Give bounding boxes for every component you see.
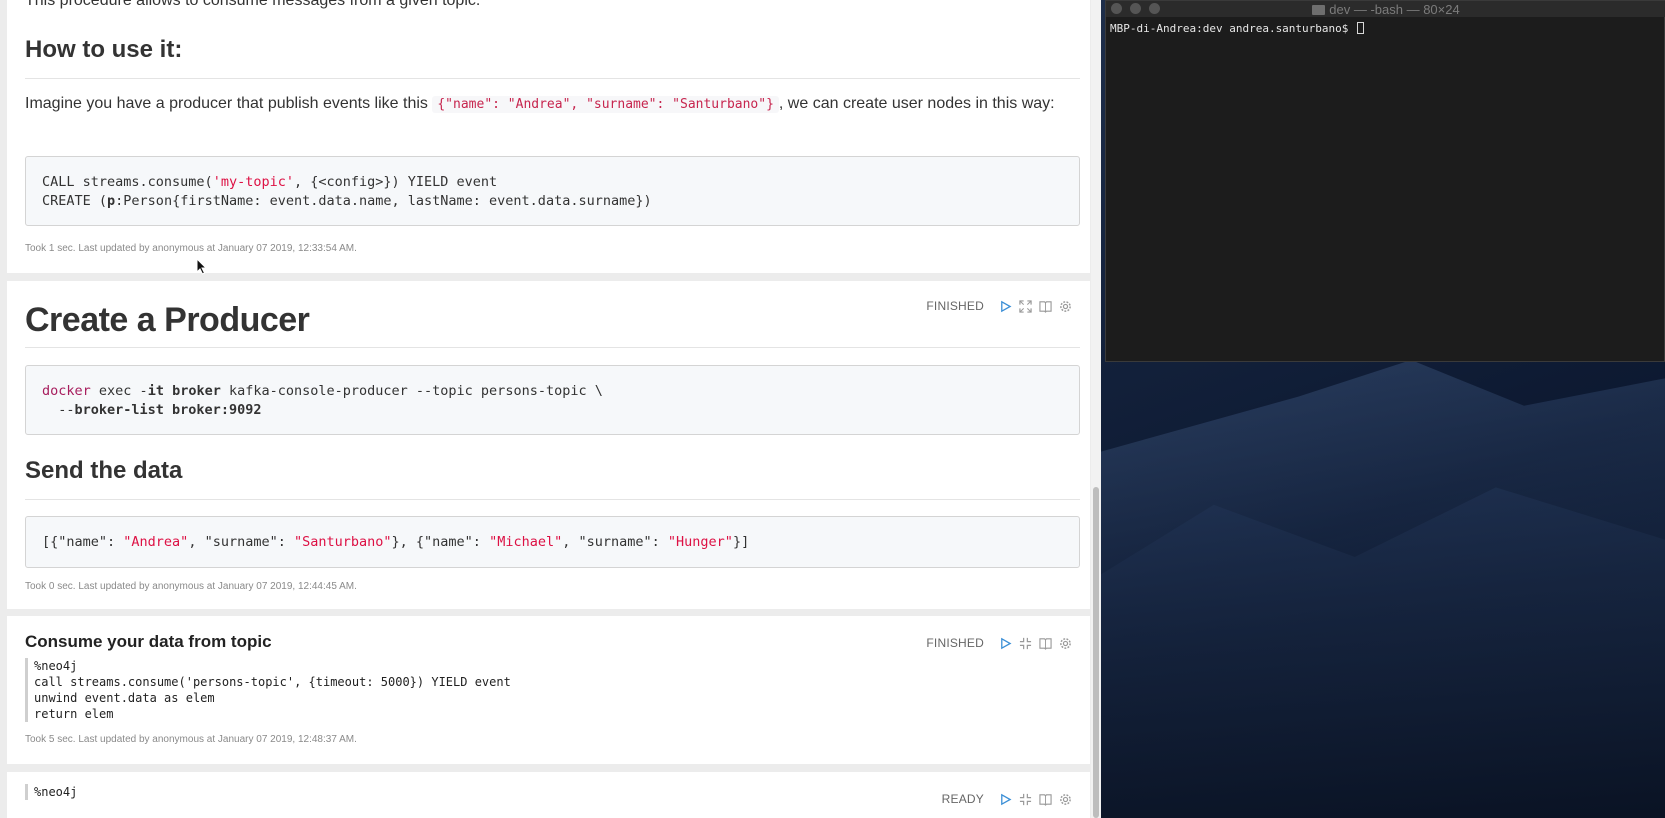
- paragraph-consume-data: Consume your data from topic FINISHED %n…: [7, 616, 1090, 764]
- heading-divider: [25, 78, 1080, 79]
- gear-icon[interactable]: [1058, 636, 1072, 650]
- terminal-window[interactable]: dev — -bash — 80×24 MBP-di-Andrea:dev an…: [1105, 0, 1665, 362]
- book-icon[interactable]: [1038, 792, 1052, 806]
- query-editor[interactable]: %neo4j call streams.consume('persons-top…: [25, 658, 511, 722]
- query-line: %neo4j: [34, 785, 78, 799]
- query-line: return elem: [34, 707, 114, 721]
- status-badge: FINISHED: [926, 299, 984, 313]
- consume-data-heading: Consume your data from topic: [25, 632, 272, 651]
- inline-code-event: {"name": "Andrea", "surname": "Santurban…: [432, 96, 779, 113]
- terminal-titlebar[interactable]: dev — -bash — 80×24: [1106, 1, 1665, 17]
- paragraph-streams-consume: This procedure allows to consume message…: [7, 0, 1090, 273]
- terminal-cursor: [1357, 22, 1365, 34]
- query-line: unwind event.data as elem: [34, 691, 215, 705]
- run-icon[interactable]: [998, 792, 1012, 806]
- notebook-scrollbar[interactable]: [1091, 0, 1101, 818]
- expand-icon[interactable]: [1018, 299, 1032, 313]
- terminal-title: dev — -bash — 80×24: [1106, 2, 1665, 17]
- usage-text-before: Imagine you have a producer that publish…: [25, 95, 433, 112]
- status-badge: READY: [941, 792, 984, 806]
- paragraph-meta: Took 5 sec. Last updated by anonymous at…: [25, 734, 357, 745]
- create-producer-heading: Create a Producer: [25, 301, 310, 339]
- scrollbar-thumb[interactable]: [1093, 487, 1099, 818]
- gear-icon[interactable]: [1058, 299, 1072, 313]
- paragraph-controls: FINISHED: [926, 636, 1072, 650]
- heading-divider: [25, 347, 1080, 348]
- paragraph-ready: %neo4j READY: [7, 772, 1090, 818]
- paragraph-meta: Took 1 sec. Last updated by anonymous at…: [25, 243, 357, 254]
- code-block-consume: CALL streams.consume('my-topic', {<confi…: [25, 156, 1080, 226]
- status-badge: FINISHED: [926, 636, 984, 650]
- query-line: call streams.consume('persons-topic', {t…: [34, 675, 511, 689]
- paragraph-controls: READY: [942, 792, 1072, 806]
- paragraph-controls: FINISHED: [926, 299, 1072, 313]
- heading-divider: [25, 499, 1080, 500]
- code-line-2: CREATE (p:Person{firstName: event.data.n…: [42, 193, 652, 209]
- collapse-icon[interactable]: [1018, 636, 1032, 650]
- mouse-pointer-icon: [196, 257, 208, 280]
- intro-text: This procedure allows to consume message…: [25, 0, 481, 9]
- data-line: [{"name": "Andrea", "surname": "Santurba…: [42, 534, 750, 550]
- code-line-2: --broker-list broker:9092: [42, 402, 262, 418]
- paragraph-meta: Took 0 sec. Last updated by anonymous at…: [25, 581, 357, 592]
- usage-text-after: , we can create user nodes in this way:: [778, 95, 1055, 112]
- notebook-panel: This procedure allows to consume message…: [0, 0, 1101, 818]
- query-line: %neo4j: [34, 659, 78, 673]
- book-icon[interactable]: [1038, 636, 1052, 650]
- send-data-heading: Send the data: [25, 457, 183, 484]
- code-line-1: CALL streams.consume('my-topic', {<confi…: [42, 174, 498, 190]
- gear-icon[interactable]: [1058, 792, 1072, 806]
- paragraph-create-producer: Create a Producer FINISHED docker exec -…: [7, 281, 1090, 609]
- code-block-data: [{"name": "Andrea", "surname": "Santurba…: [25, 516, 1080, 568]
- query-editor[interactable]: %neo4j: [25, 784, 77, 800]
- run-icon[interactable]: [998, 636, 1012, 650]
- collapse-icon[interactable]: [1018, 792, 1032, 806]
- code-block-producer: docker exec -it broker kafka-console-pro…: [25, 365, 1080, 435]
- how-to-use-heading: How to use it:: [25, 36, 183, 63]
- code-line-1: docker exec -it broker kafka-console-pro…: [42, 383, 603, 399]
- desktop-background: dev — -bash — 80×24 MBP-di-Andrea:dev an…: [1101, 0, 1665, 818]
- run-icon[interactable]: [998, 299, 1012, 313]
- usage-description: Imagine you have a producer that publish…: [25, 92, 1080, 117]
- book-icon[interactable]: [1038, 299, 1052, 313]
- terminal-prompt[interactable]: MBP-di-Andrea:dev andrea.santurbano$: [1110, 22, 1365, 35]
- folder-icon: [1312, 5, 1326, 15]
